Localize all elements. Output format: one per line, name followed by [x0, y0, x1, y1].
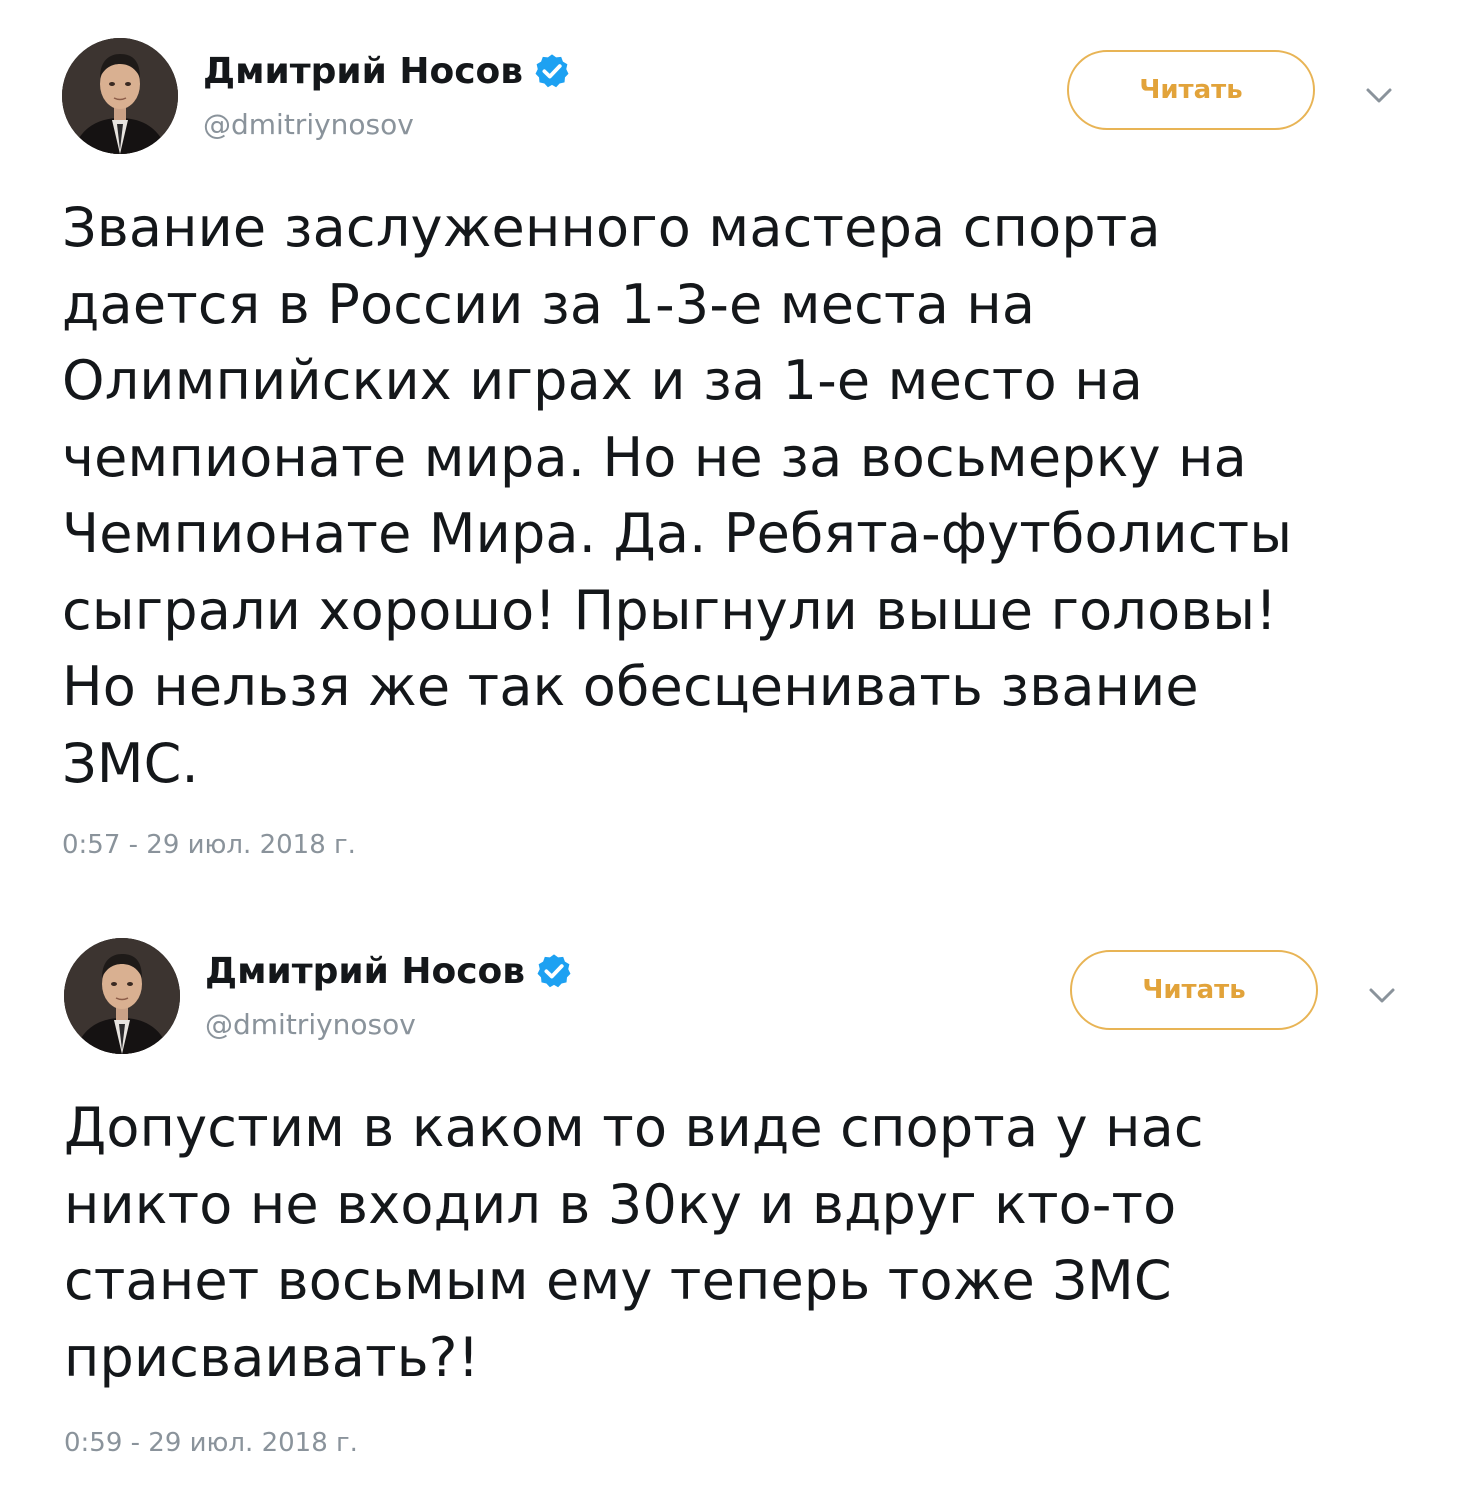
tweet-text: Допустим в каком то виде спорта у нас ни… [64, 1096, 1204, 1389]
avatar-photo [62, 38, 178, 154]
chevron-down-icon[interactable] [1365, 978, 1399, 1012]
verified-badge-icon [535, 952, 573, 990]
verified-badge-icon [533, 52, 571, 90]
avatar[interactable] [62, 38, 178, 154]
avatar-photo [64, 938, 180, 1054]
author-display-name[interactable]: Дмитрий Носов [203, 51, 523, 92]
author-display-name[interactable]: Дмитрий Носов [205, 951, 525, 992]
follow-button[interactable]: Читать [1067, 50, 1315, 130]
tweet-timestamp[interactable]: 0:57 - 29 июл. 2018 г. [62, 830, 356, 860]
author-name-row: Дмитрий Носов [203, 48, 571, 94]
tweet-text: Звание заслуженного мастера спорта даетс… [62, 196, 1293, 795]
follow-button[interactable]: Читать [1070, 950, 1318, 1030]
tweet-timestamp[interactable]: 0:59 - 29 июл. 2018 г. [64, 1428, 358, 1458]
avatar[interactable] [64, 938, 180, 1054]
author-handle[interactable]: @dmitriynosov [205, 1008, 416, 1041]
author-handle[interactable]: @dmitriynosov [203, 108, 414, 141]
chevron-down-icon[interactable] [1362, 78, 1396, 112]
author-name-row: Дмитрий Носов [205, 948, 573, 994]
